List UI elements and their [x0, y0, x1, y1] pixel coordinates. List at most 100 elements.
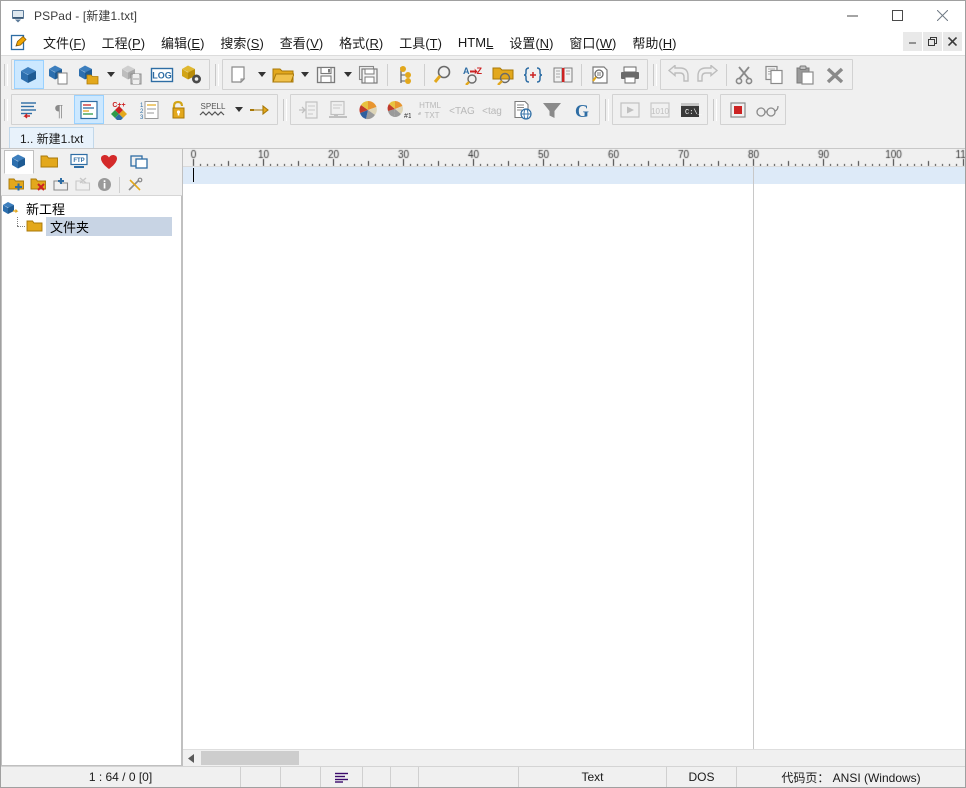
document-tab[interactable]: 1.. 新建1.txt [9, 127, 94, 148]
toolbar-grip-3[interactable] [653, 64, 657, 86]
horizontal-scrollbar[interactable] [183, 749, 965, 766]
close-button[interactable] [920, 1, 965, 30]
save-project-button[interactable] [117, 60, 147, 89]
line-numbers-button[interactable]: 1 2 3 [134, 95, 164, 124]
svg-text:A: A [463, 66, 470, 76]
toolbar-grip-6[interactable] [605, 99, 609, 121]
bookmark-button[interactable] [391, 60, 421, 89]
save-all-button[interactable] [354, 60, 384, 89]
new-project-button[interactable] [14, 60, 44, 89]
mdi-minimize-button[interactable] [903, 32, 922, 51]
menu-item-7[interactable]: 工具(T) [391, 31, 450, 54]
menu-item-11[interactable]: 帮助(H) [624, 31, 684, 54]
stop-button[interactable] [723, 95, 753, 124]
menu-item-8[interactable]: HTML [450, 33, 501, 52]
scroll-thumb[interactable] [201, 751, 299, 765]
word-wrap-button[interactable] [14, 95, 44, 124]
project-tab[interactable] [4, 150, 34, 174]
tag-upper-button[interactable]: <TAG [447, 95, 477, 124]
project-tools-button[interactable] [124, 175, 146, 195]
pie-chart-button[interactable] [353, 95, 383, 124]
project-tree[interactable]: 新工程 文件夹 [1, 196, 182, 766]
menu-item-1[interactable]: 文件(F) [35, 31, 94, 54]
delete-folder-button[interactable] [71, 175, 93, 195]
print-preview-button[interactable] [585, 60, 615, 89]
tag-lower-button[interactable]: <tag [477, 95, 507, 124]
menu-item-5[interactable]: 查看(V) [272, 31, 331, 54]
pilcrow-icon-button[interactable]: ¶ [44, 95, 74, 124]
status-blank-4 [391, 767, 419, 787]
tree-child-label: 文件夹 [46, 217, 172, 236]
tree-root-item[interactable]: 新工程 [2, 199, 181, 217]
toolbar-grip[interactable] [4, 64, 8, 86]
new-file-dropdown[interactable] [255, 60, 268, 89]
minimize-button[interactable] [830, 1, 875, 30]
syntax-highlight-button[interactable] [74, 95, 104, 124]
spell-check-button[interactable]: SPELL [194, 95, 232, 124]
readonly-lock-button[interactable] [164, 95, 194, 124]
ftp-tab[interactable]: FTP [64, 150, 94, 174]
project-new-file-button[interactable] [44, 60, 74, 89]
menu-accelerator: P [132, 36, 141, 51]
page-globe-button[interactable] [507, 95, 537, 124]
redo-button[interactable] [693, 60, 723, 89]
run-button[interactable] [615, 95, 645, 124]
stay-on-top-button[interactable] [245, 95, 275, 124]
file-explorer-tab[interactable] [34, 150, 64, 174]
project-info-button[interactable] [93, 175, 115, 195]
project-group: LOG [11, 59, 210, 90]
format-doc-button[interactable] [323, 95, 353, 124]
windows-list-tab[interactable] [124, 150, 154, 174]
toolbar-grip-7[interactable] [713, 99, 717, 121]
open-file-dropdown[interactable] [298, 60, 311, 89]
open-file-button[interactable] [268, 60, 298, 89]
find-in-files-button[interactable] [488, 60, 518, 89]
print-button[interactable] [615, 60, 645, 89]
menu-item-2[interactable]: 工程(P) [94, 31, 153, 54]
maximize-button[interactable] [875, 1, 920, 30]
new-folder-button[interactable] [49, 175, 71, 195]
glasses-button[interactable] [753, 95, 783, 124]
menu-item-9[interactable]: 设置(N) [501, 31, 561, 54]
menu-item-3[interactable]: 编辑(E) [153, 31, 212, 54]
open-project-button[interactable] [74, 60, 104, 89]
pie-chart-10-button[interactable]: #10 [383, 95, 413, 124]
editor-text-area[interactable] [183, 167, 965, 749]
undo-button[interactable] [663, 60, 693, 89]
project-settings-button[interactable] [177, 60, 207, 89]
delete-button[interactable] [820, 60, 850, 89]
menu-item-4[interactable]: 搜索(S) [212, 31, 271, 54]
goto-line-button[interactable] [518, 60, 548, 89]
spell-check-dropdown[interactable] [232, 95, 245, 124]
remove-project-folder-button[interactable] [27, 175, 49, 195]
toolbar-grip-2[interactable] [215, 64, 219, 86]
favorites-tab[interactable] [94, 150, 124, 174]
cut-button[interactable] [730, 60, 760, 89]
save-file-dropdown[interactable] [341, 60, 354, 89]
console-button[interactable]: C:\_ [675, 95, 705, 124]
toolbar-grip-5[interactable] [283, 99, 287, 121]
paste-button[interactable] [790, 60, 820, 89]
replace-button[interactable]: A Z [458, 60, 488, 89]
toolbar-grip-4[interactable] [4, 99, 8, 121]
add-project-folder-button[interactable] [5, 175, 27, 195]
binary-button[interactable]: 1010 [645, 95, 675, 124]
mdi-restore-button[interactable] [923, 32, 942, 51]
menu-item-10[interactable]: 窗口(W) [561, 31, 624, 54]
new-file-button[interactable] [225, 60, 255, 89]
copy-button[interactable] [760, 60, 790, 89]
funnel-button[interactable] [537, 95, 567, 124]
compare-button[interactable] [548, 60, 578, 89]
indent-button[interactable] [293, 95, 323, 124]
scroll-left-arrow[interactable] [183, 750, 200, 767]
mdi-close-button[interactable] [943, 32, 962, 51]
tree-child-item[interactable]: 文件夹 [2, 217, 181, 235]
project-log-button[interactable]: LOG [147, 60, 177, 89]
open-project-dropdown[interactable] [104, 60, 117, 89]
find-button[interactable] [428, 60, 458, 89]
cpp-color-button[interactable]: C++ [104, 95, 134, 124]
menu-item-6[interactable]: 格式(R) [331, 31, 391, 54]
save-file-button[interactable] [311, 60, 341, 89]
google-button[interactable]: G [567, 95, 597, 124]
html-to-txt-button[interactable]: HTML TXT [413, 95, 447, 124]
